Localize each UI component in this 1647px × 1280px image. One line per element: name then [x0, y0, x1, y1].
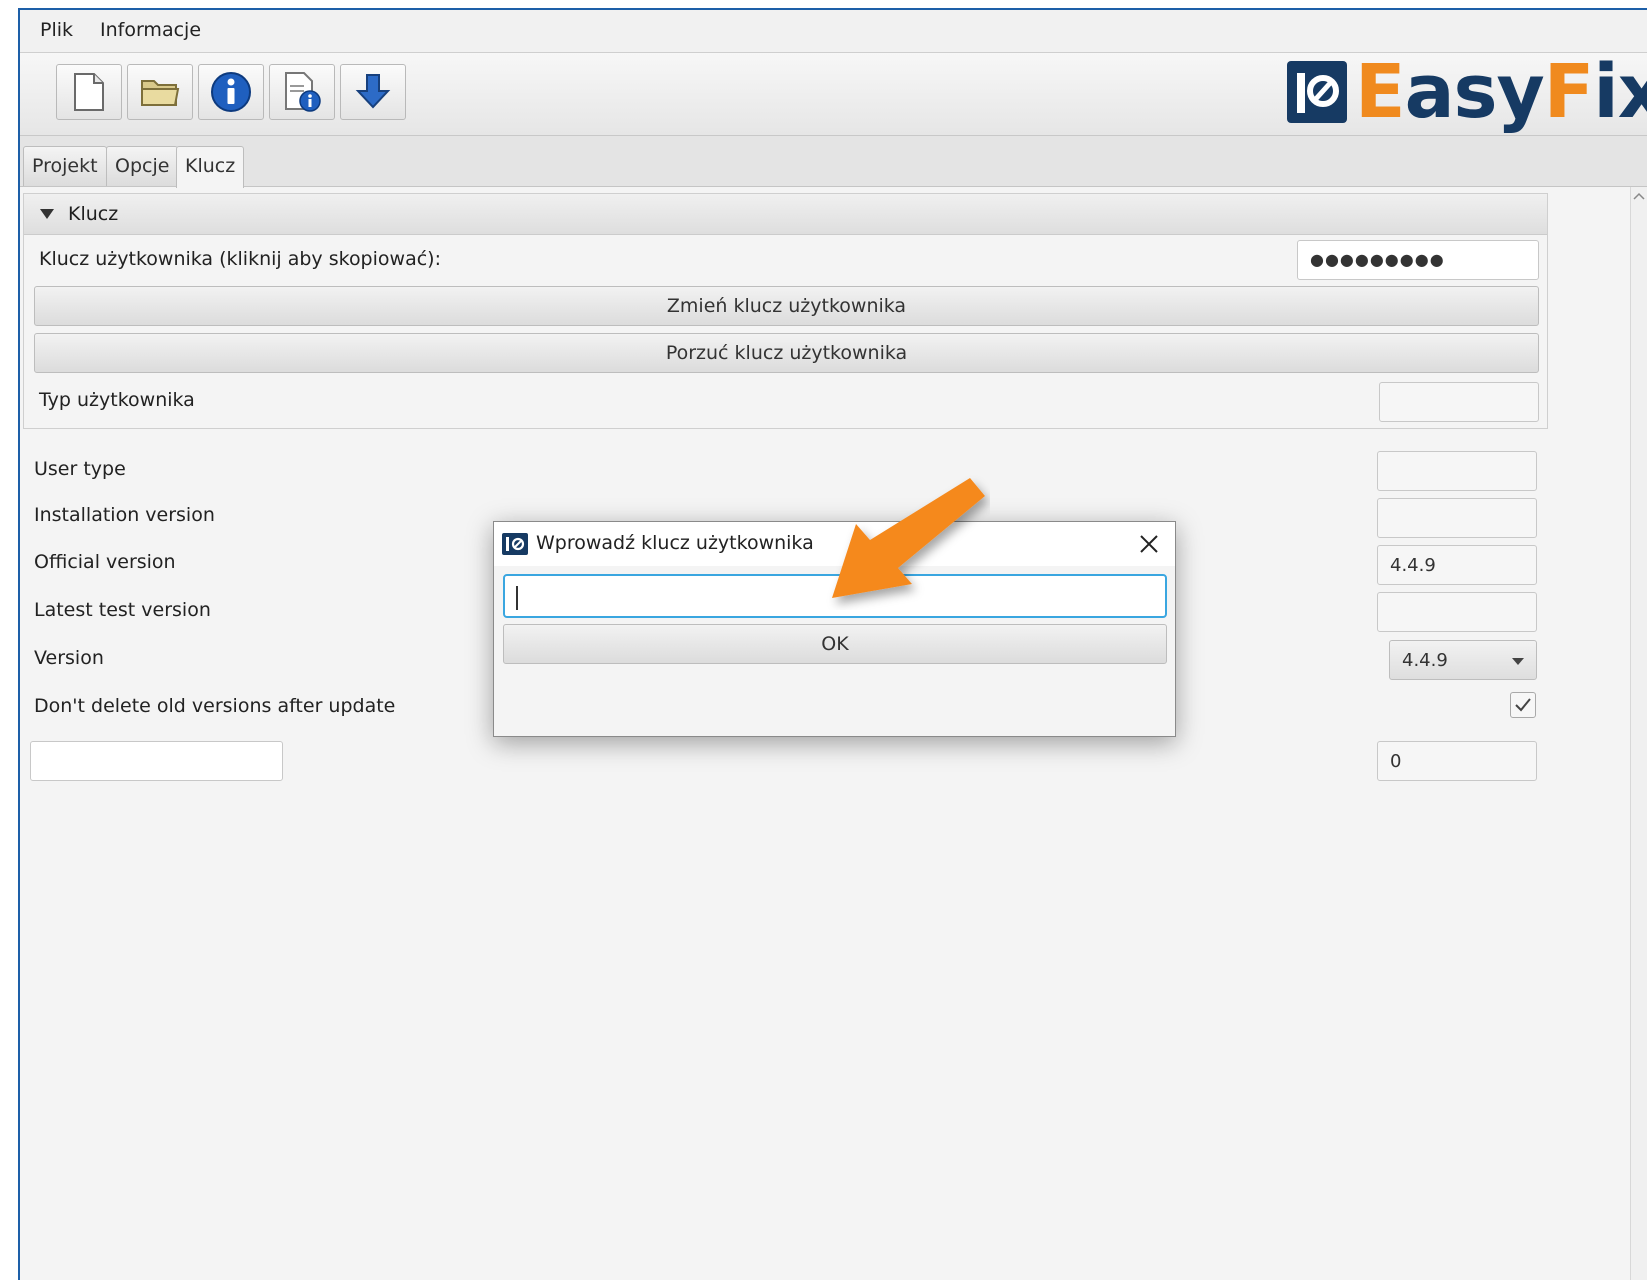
vertical-scrollbar[interactable] [1630, 187, 1647, 1280]
klucz-section: Klucz Klucz użytkownika (kliknij aby sko… [23, 193, 1548, 429]
dont-delete-old-versions-label: Don't delete old versions after update [34, 695, 396, 717]
menu-item-plik[interactable]: Plik [40, 19, 73, 41]
tab-bar: Projekt Opcje Klucz [20, 136, 1647, 188]
scroll-up-icon [1633, 192, 1645, 200]
document-info-button[interactable] [269, 64, 335, 120]
user-type-field-pl[interactable] [1379, 382, 1539, 422]
official-version-field[interactable]: 4.4.9 [1377, 545, 1537, 585]
right-number-field[interactable]: 0 [1377, 741, 1537, 781]
download-icon [355, 74, 391, 109]
user-type-label: User type [34, 458, 126, 480]
new-file-button[interactable] [56, 64, 122, 120]
checkmark-icon [1515, 698, 1531, 712]
version-select-value: 4.4.9 [1402, 650, 1448, 671]
info-button[interactable] [198, 64, 264, 120]
easyfix-wordmark: EasyFix [1355, 49, 1647, 135]
user-type-field[interactable] [1377, 451, 1537, 491]
close-icon[interactable] [1135, 530, 1163, 558]
document-info-icon [285, 72, 321, 112]
open-folder-icon [141, 80, 180, 106]
ok-button[interactable]: OK [503, 624, 1167, 664]
klucz-section-header[interactable]: Klucz [24, 194, 1547, 235]
easyfix-logo: EasyFix [1287, 49, 1647, 135]
open-folder-button[interactable] [127, 64, 193, 120]
klucz-section-title: Klucz [68, 203, 119, 225]
drop-user-key-button[interactable]: Porzuć klucz użytkownika [34, 333, 1539, 373]
user-type-label-pl: Typ użytkownika [39, 389, 195, 411]
info-icon [211, 72, 251, 112]
installation-version-label: Installation version [34, 504, 215, 526]
dont-delete-old-versions-checkbox[interactable] [1510, 692, 1536, 718]
latest-test-version-label: Latest test version [34, 599, 211, 621]
latest-test-version-field[interactable] [1377, 592, 1537, 632]
left-input-field[interactable] [30, 741, 283, 781]
installation-version-field[interactable] [1377, 498, 1537, 538]
download-button[interactable] [340, 64, 406, 120]
tab-opcje[interactable]: Opcje [106, 146, 179, 186]
user-key-label: Klucz użytkownika (kliknij aby skopiować… [39, 248, 441, 270]
official-version-label: Official version [34, 551, 176, 573]
text-caret [516, 586, 518, 610]
tab-klucz[interactable]: Klucz [176, 146, 245, 188]
collapse-triangle-icon [40, 209, 54, 219]
menu-item-informacje[interactable]: Informacje [100, 19, 201, 41]
new-file-icon [74, 73, 104, 111]
chevron-down-icon [1512, 658, 1524, 665]
tab-projekt[interactable]: Projekt [23, 146, 107, 186]
menu-bar: Plik Informacje [20, 10, 1647, 53]
version-label: Version [34, 647, 104, 669]
dialog-title: Wprowadź klucz użytkownika [536, 532, 814, 554]
easyfix-app-icon [502, 533, 528, 555]
annotation-arrow-icon [832, 478, 985, 598]
user-key-field[interactable]: ●●●●●●●●● [1297, 240, 1539, 280]
easyfix-logo-mark [1287, 61, 1347, 123]
toolbar: EasyFix [20, 49, 1647, 136]
version-select[interactable]: 4.4.9 [1389, 640, 1537, 680]
change-user-key-button[interactable]: Zmień klucz użytkownika [34, 286, 1539, 326]
